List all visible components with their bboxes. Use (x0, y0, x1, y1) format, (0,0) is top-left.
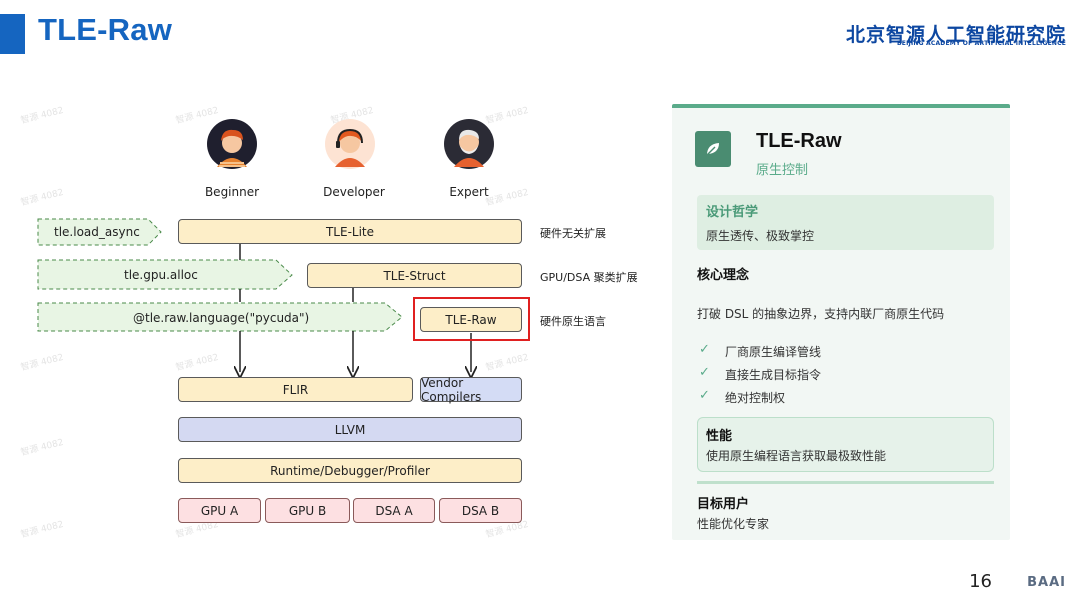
leaf-icon (695, 131, 731, 167)
side-label-hw-native: 硬件原生语言 (540, 315, 606, 328)
checklist-item: 绝对控制权 (725, 391, 786, 405)
gpu-alloc-label: tle.gpu.alloc (124, 268, 198, 282)
llvm-box: LLVM (178, 417, 522, 442)
tle-lite-box: TLE-Lite (178, 219, 522, 244)
philosophy-heading: 设计哲学 (706, 205, 759, 220)
target-users-heading: 目标用户 (697, 497, 750, 512)
tle-struct-box: TLE-Struct (307, 263, 522, 288)
load-async-label: tle.load_async (54, 225, 140, 239)
checkmark-icon: ✓ (699, 388, 710, 403)
checklist-item: 直接生成目标指令 (725, 368, 822, 382)
target-users-text: 性能优化专家 (697, 517, 770, 531)
hardware-gpu-b: GPU B (265, 498, 350, 523)
side-label-gpu-dsa: GPU/DSA 聚类扩展 (540, 271, 638, 284)
hardware-gpu-a: GPU A (178, 498, 261, 523)
vendor-compilers-box: Vendor Compilers (420, 376, 522, 404)
performance-heading: 性能 (706, 429, 733, 444)
tle-raw-info-panel (672, 104, 1010, 540)
page-number: 16 (969, 571, 992, 592)
panel-divider (697, 481, 994, 484)
core-heading: 核心理念 (697, 268, 750, 283)
footer-logo: BAAI (1027, 575, 1066, 590)
side-label-hw-agnostic: 硬件无关扩展 (540, 227, 606, 240)
hardware-dsa-b: DSA B (439, 498, 522, 523)
hardware-dsa-a: DSA A (353, 498, 435, 523)
core-text: 打破 DSL 的抽象边界，支持内联厂商原生代码 (697, 307, 945, 321)
panel-title: TLE-Raw (756, 130, 842, 152)
checkmark-icon: ✓ (699, 365, 710, 380)
performance-text: 使用原生编程语言获取最极致性能 (706, 449, 887, 463)
philosophy-text: 原生透传、极致掌控 (706, 229, 815, 243)
runtime-box: Runtime/Debugger/Profiler (178, 458, 522, 483)
tle-raw-box: TLE-Raw (420, 307, 522, 332)
checklist-item: 厂商原生编译管线 (725, 345, 822, 359)
checkmark-icon: ✓ (699, 342, 710, 357)
flir-box: FLIR (178, 377, 413, 402)
panel-subtitle: 原生控制 (756, 163, 809, 178)
raw-language-label: @tle.raw.language("pycuda") (133, 311, 310, 325)
